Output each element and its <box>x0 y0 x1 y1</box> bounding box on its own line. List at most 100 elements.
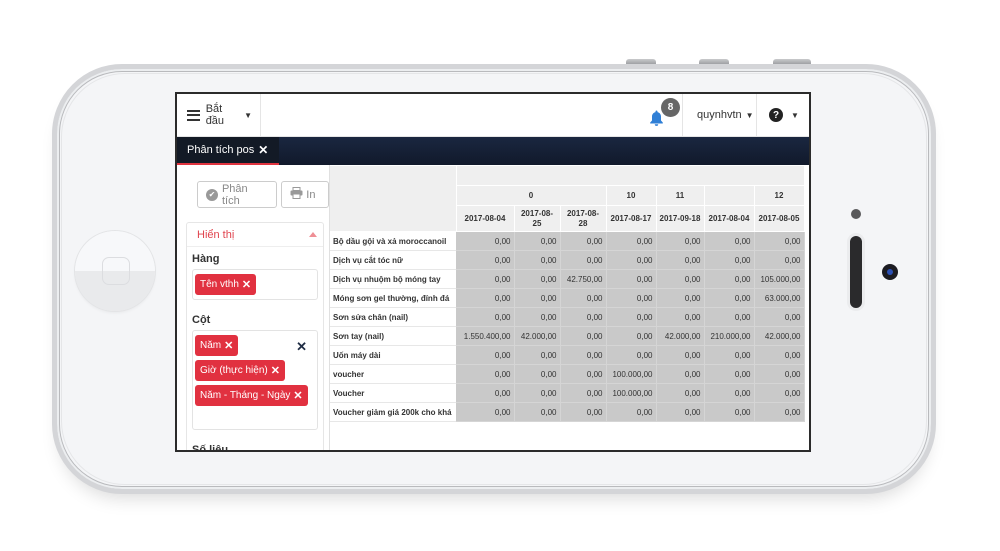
display-panel: Hiển thị Hàng Tên vthh ✕ Cột ✕ Năm ✕ Giờ… <box>186 222 324 450</box>
column-field-pill[interactable]: Năm ✕ <box>195 335 239 356</box>
pivot-row-label[interactable]: Bộ dầu gội và xả moroccanoil <box>330 231 456 251</box>
pivot-value-cell: 42.750,00 <box>560 269 607 289</box>
pivot-header-date[interactable]: 2017-08-28 <box>559 205 607 232</box>
help-menu[interactable]: ? ▼ <box>757 94 809 136</box>
pivot-row-label[interactable]: Móng sơn gel thường, đính đá <box>330 288 456 308</box>
pivot-value-cell: 0,00 <box>754 231 805 251</box>
pivot-value-cell: 0,00 <box>704 307 755 327</box>
pivot-value-cell: 42.000,00 <box>514 326 561 346</box>
caret-down-icon: ▼ <box>244 110 252 120</box>
start-menu-label: Bắt đầu <box>205 103 225 127</box>
pivot-row-label[interactable]: Voucher <box>330 383 456 403</box>
display-panel-header[interactable]: Hiển thị <box>187 223 323 247</box>
pivot-value-cell: 105.000,00 <box>754 269 805 289</box>
pivot-row: Sơn tay (nail) 1.550.400,00 42.000,00 0,00 0… <box>330 326 805 346</box>
pivot-value-cell: 42.000,00 <box>754 326 805 346</box>
pivot-value-cell: 0,00 <box>704 345 755 365</box>
pivot-corner-cell <box>330 165 457 232</box>
pivot-value-cell: 0,00 <box>606 269 657 289</box>
pivot-header-hour-group[interactable]: 12 <box>753 185 805 206</box>
content-area: ✔ Phân tích In Hiển thị Hàng Tên vthh ✕ … <box>177 165 809 450</box>
column-field-pill[interactable]: Giờ (thực hiện) ✕ <box>195 360 285 381</box>
pivot-value-cell: 0,00 <box>754 364 805 384</box>
pivot-value-cell: 0,00 <box>560 402 607 422</box>
pivot-value-cell: 0,00 <box>514 250 561 270</box>
pivot-row-label[interactable]: Uốn máy dài <box>330 345 456 365</box>
pivot-value-cell: 0,00 <box>560 383 607 403</box>
pivot-header-date[interactable]: 2017-09-18 <box>655 205 705 232</box>
remove-icon[interactable]: ✕ <box>293 389 302 402</box>
pivot-value-cell: 0,00 <box>656 307 705 327</box>
pill-label: Năm - Tháng - Ngày <box>200 390 291 401</box>
action-buttons: ✔ Phân tích In <box>177 165 329 208</box>
question-circle-icon: ? <box>769 108 783 122</box>
hamburger-icon <box>187 109 200 121</box>
pivot-header-date[interactable]: 2017-08-17 <box>605 205 657 232</box>
pivot-table-area: 0 10 11 12 2017-08-04 2017-08-25 2017-08-28 201… <box>330 165 809 450</box>
pivot-row: Voucher 0,00 0,00 0,00 100.000,00 0,00 0,00 0,0… <box>330 383 805 403</box>
pivot-header-hour-group[interactable] <box>703 185 755 206</box>
pivot-header-hour-group[interactable]: 0 <box>455 185 607 206</box>
pivot-value-cell: 0,00 <box>606 231 657 251</box>
clear-columns-icon[interactable]: ✕ <box>296 339 307 355</box>
pivot-header-hour-group[interactable]: 10 <box>605 185 657 206</box>
rows-label: Hàng <box>192 253 220 265</box>
pivot-row-label[interactable]: Sơn tay (nail) <box>330 326 456 346</box>
pivot-header-date[interactable]: 2017-08-05 <box>753 205 805 232</box>
pivot-value-cell: 100.000,00 <box>606 383 657 403</box>
remove-icon[interactable]: ✕ <box>271 364 280 377</box>
remove-icon[interactable]: ✕ <box>224 339 233 352</box>
print-button-label: In <box>306 188 316 201</box>
column-field-pill[interactable]: Năm - Tháng - Ngày ✕ <box>195 385 308 406</box>
pivot-value-cell: 0,00 <box>656 364 705 384</box>
print-button[interactable]: In <box>281 181 329 208</box>
pivot-value-cell: 42.000,00 <box>656 326 705 346</box>
display-panel-title: Hiển thị <box>197 228 235 241</box>
rows-dropzone[interactable]: Tên vthh ✕ <box>192 269 318 300</box>
app-screen: Bắt đầu ▼ 8 quynhvtn ▼ ? ▼ Phân tích pos… <box>175 92 811 452</box>
pill-label: Năm <box>200 340 222 351</box>
pivot-value-cell: 0,00 <box>514 288 561 308</box>
home-square-icon <box>102 257 130 285</box>
pivot-header-hour-group[interactable]: 11 <box>655 185 705 206</box>
tab-bar: Phân tích pos ✕ <box>177 137 809 165</box>
collapse-arrow-icon <box>309 232 317 237</box>
pivot-row-label[interactable]: Voucher giảm giá 200k cho khá <box>330 402 456 422</box>
start-menu-button[interactable]: Bắt đầu ▼ <box>177 94 261 136</box>
pivot-config-sidebar: ✔ Phân tích In Hiển thị Hàng Tên vthh ✕ … <box>177 165 330 450</box>
analyze-button[interactable]: ✔ Phân tích <box>197 181 278 208</box>
pivot-value-cell: 0,00 <box>656 288 705 308</box>
pivot-row-label[interactable]: Dịch vụ nhuộm bộ móng tay <box>330 269 456 289</box>
pivot-value-cell: 63.000,00 <box>754 288 805 308</box>
pivot-row: Sơn sửa chân (nail) 0,00 0,00 0,00 0,00 0,00 0… <box>330 307 805 327</box>
pivot-value-cell: 0,00 <box>514 231 561 251</box>
pivot-value-cell: 0,00 <box>560 288 607 308</box>
pivot-value-cell: 0,00 <box>606 307 657 327</box>
pill-label: Giờ (thực hiện) <box>200 365 268 376</box>
pivot-value-cell: 0,00 <box>656 231 705 251</box>
pivot-value-cell: 0,00 <box>754 383 805 403</box>
pivot-value-cell: 0,00 <box>456 231 515 251</box>
pivot-value-cell: 0,00 <box>514 383 561 403</box>
pivot-row-label[interactable]: voucher <box>330 364 456 384</box>
measures-label: Số liệu <box>192 444 229 450</box>
pivot-value-cell: 0,00 <box>560 231 607 251</box>
tab-phan-tich-pos[interactable]: Phân tích pos ✕ <box>177 137 279 165</box>
pivot-header-date[interactable]: 2017-08-04 <box>703 205 755 232</box>
pivot-header-date[interactable]: 2017-08-25 <box>513 205 561 232</box>
pivot-row-label[interactable]: Dịch vụ cắt tóc nữ <box>330 250 456 270</box>
pivot-header-date[interactable]: 2017-08-04 <box>455 205 515 232</box>
pivot-value-cell: 0,00 <box>456 307 515 327</box>
pivot-value-cell: 0,00 <box>514 307 561 327</box>
pivot-row-label[interactable]: Sơn sửa chân (nail) <box>330 307 456 327</box>
notifications-button[interactable]: 8 <box>631 94 683 136</box>
row-field-pill[interactable]: Tên vthh ✕ <box>195 274 257 295</box>
pivot-value-cell: 0,00 <box>456 402 515 422</box>
pivot-value-cell: 0,00 <box>656 402 705 422</box>
user-menu[interactable]: quynhvtn ▼ <box>683 94 757 136</box>
close-icon[interactable]: ✕ <box>258 143 268 157</box>
columns-dropzone[interactable]: ✕ Năm ✕ Giờ (thực hiện) ✕ Năm - Tháng - … <box>192 330 318 430</box>
pivot-value-cell: 0,00 <box>704 250 755 270</box>
remove-icon[interactable]: ✕ <box>242 278 251 291</box>
pivot-value-cell: 0,00 <box>514 269 561 289</box>
